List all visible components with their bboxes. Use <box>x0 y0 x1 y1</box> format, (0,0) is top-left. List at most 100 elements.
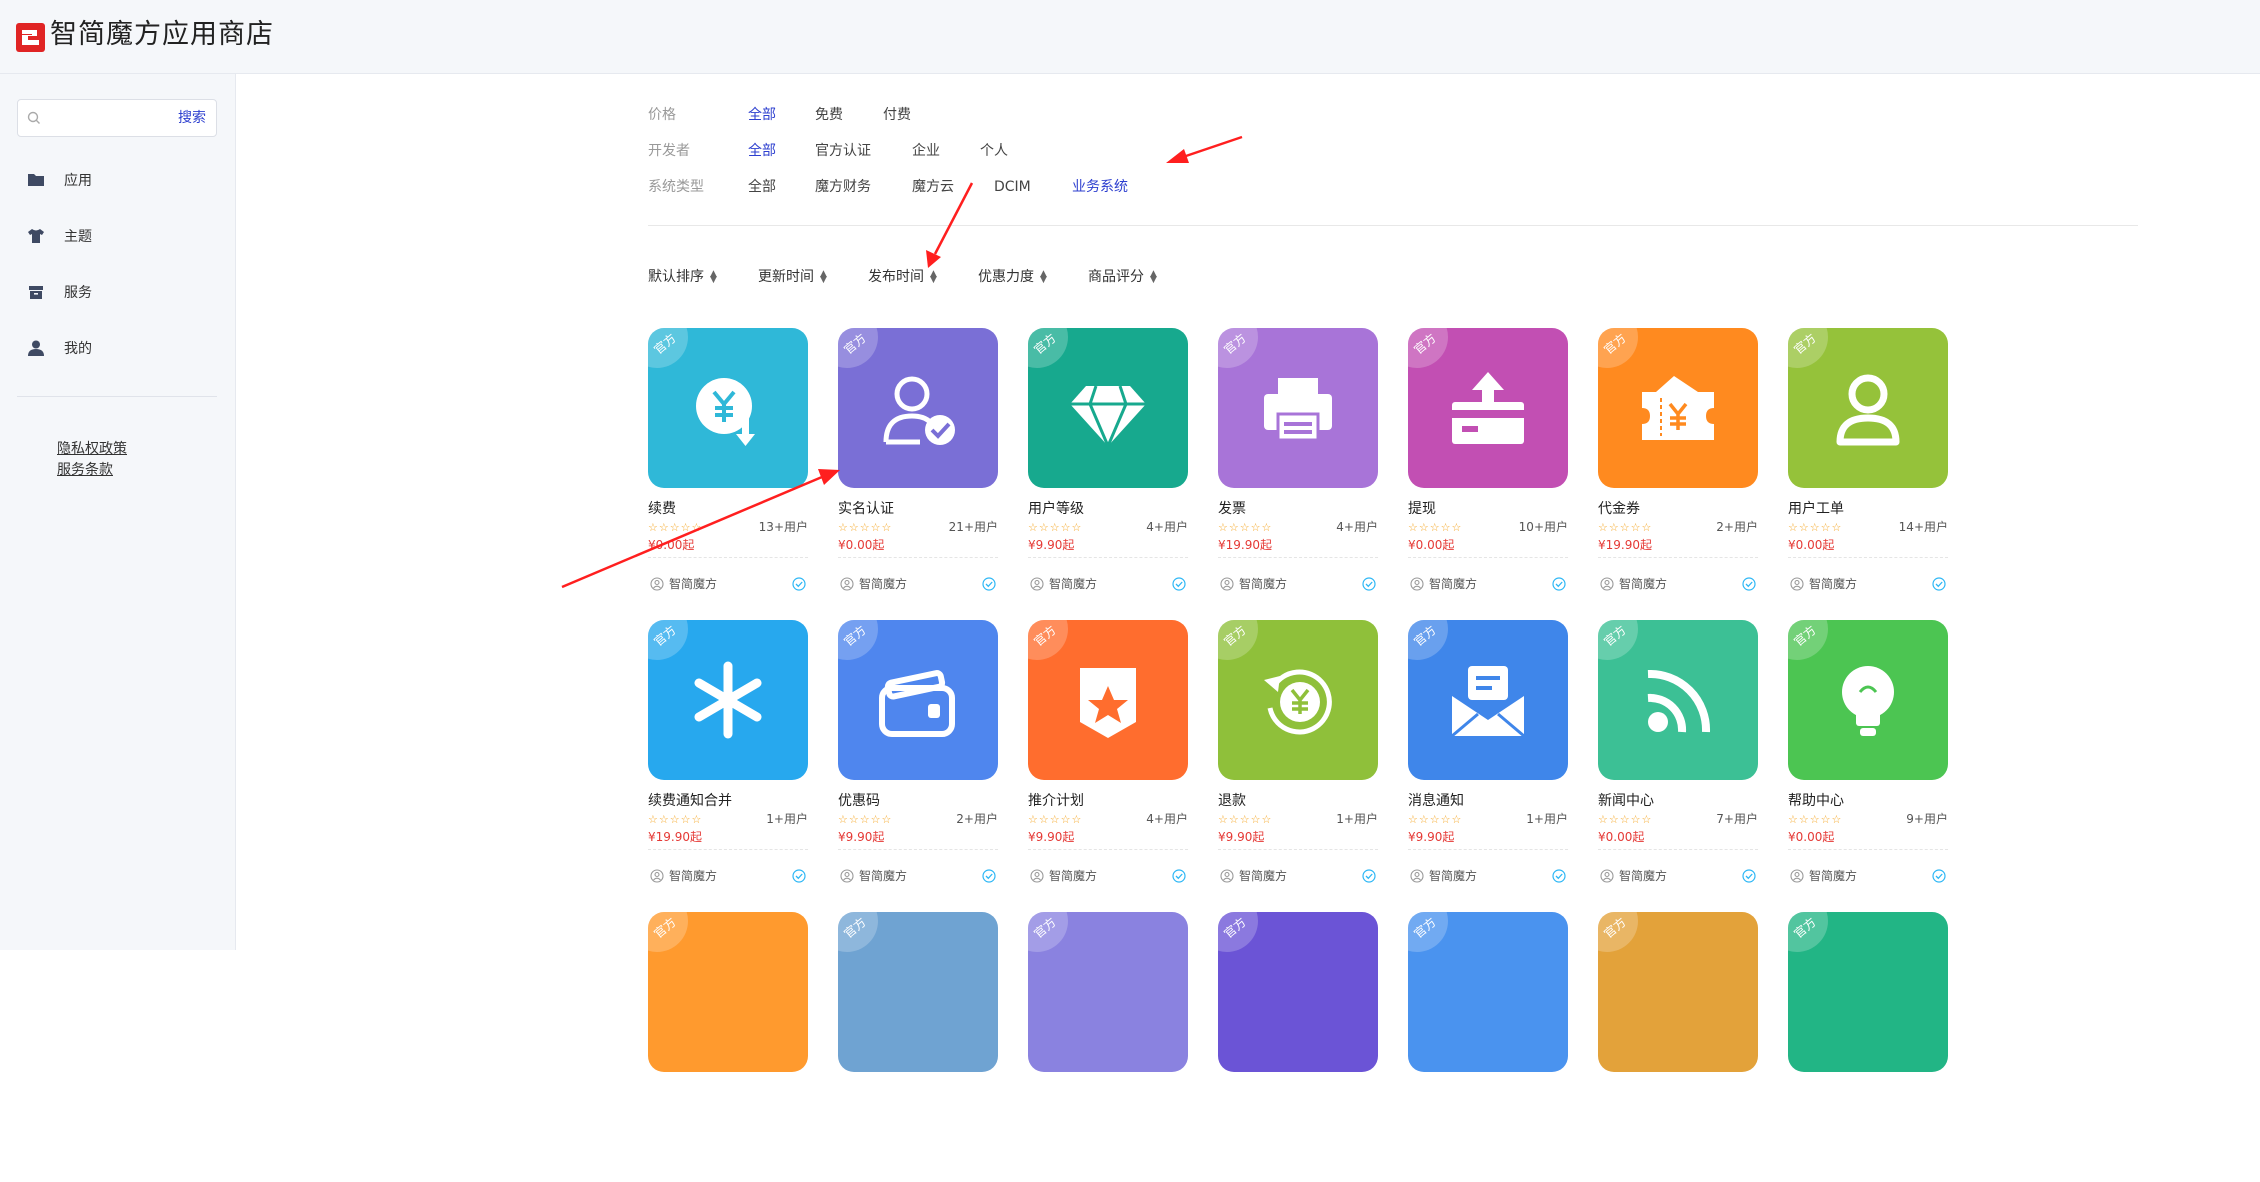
app-card[interactable]: 官方 退款 ☆☆☆☆☆ 1+用户 ¥9.90起 智简魔方 <box>1218 620 1378 890</box>
sidebar-item-mine[interactable]: 我的 <box>26 333 92 363</box>
sort-update-time[interactable]: 更新时间 ▲ ▼ <box>758 267 827 287</box>
filter-option[interactable]: 付费 <box>883 105 911 125</box>
app-card[interactable]: 官方 用户工单 ☆☆☆☆☆ 14+用户 ¥0.00起 智简魔方 <box>1788 328 1948 598</box>
privacy-policy-link[interactable]: 隐私权政策 <box>57 440 127 458</box>
rating-stars: ☆☆☆☆☆ <box>1408 813 1463 826</box>
app-tile[interactable]: 官方 <box>648 620 808 780</box>
app-tile[interactable]: 官方 <box>648 328 808 488</box>
verified-check-icon <box>1172 869 1186 883</box>
app-tile[interactable]: 官方 <box>1218 328 1378 488</box>
app-name[interactable]: 续费 <box>648 500 676 518</box>
app-name[interactable]: 帮助中心 <box>1788 792 1844 810</box>
app-tile[interactable]: 官方 <box>1788 328 1948 488</box>
app-tile[interactable]: 官方 <box>1788 912 1948 1072</box>
app-card[interactable]: 官方 优惠码 ☆☆☆☆☆ 2+用户 ¥9.90起 智简魔方 <box>838 620 998 890</box>
app-tile[interactable]: 官方 <box>1028 328 1188 488</box>
app-card[interactable]: 官方 新闻中心 ☆☆☆☆☆ 7+用户 ¥0.00起 智简魔方 <box>1598 620 1758 890</box>
app-name[interactable]: 用户工单 <box>1788 500 1844 518</box>
app-card[interactable]: 官方 代金券 ☆☆☆☆☆ 2+用户 ¥19.90起 智简魔方 <box>1598 328 1758 598</box>
app-card[interactable]: 官方 <box>838 912 998 1182</box>
app-card[interactable]: 官方 消息通知 ☆☆☆☆☆ 1+用户 ¥9.90起 智简魔方 <box>1408 620 1568 890</box>
app-tile[interactable]: 官方 <box>838 620 998 780</box>
sort-default[interactable]: 默认排序 ▲ ▼ <box>648 267 717 287</box>
filter-option[interactable]: 免费 <box>815 105 843 125</box>
app-tile[interactable]: 官方 <box>1028 912 1188 1072</box>
app-card[interactable]: 官方 发票 ☆☆☆☆☆ 4+用户 ¥19.90起 智简魔方 <box>1218 328 1378 598</box>
app-card[interactable]: 官方 实名认证 ☆☆☆☆☆ 21+用户 ¥0.00起 智简魔方 <box>838 328 998 598</box>
sidebar-item-themes[interactable]: 主题 <box>26 221 92 251</box>
app-tile[interactable]: 官方 <box>1598 620 1758 780</box>
filter-option[interactable]: 全部 <box>748 105 776 125</box>
sidebar-item-services[interactable]: 服务 <box>26 277 92 307</box>
filter-option[interactable]: 全部 <box>748 141 776 161</box>
app-tile[interactable]: 官方 <box>1028 620 1188 780</box>
developer-name: 智简魔方 <box>1429 577 1478 591</box>
app-card[interactable]: 官方 续费 ☆☆☆☆☆ 13+用户 ¥0.00起 智简魔方 <box>648 328 808 598</box>
app-card[interactable]: 官方 用户等级 ☆☆☆☆☆ 4+用户 ¥9.90起 智简魔方 <box>1028 328 1188 598</box>
logo-icon[interactable] <box>16 23 45 52</box>
app-tile[interactable]: 官方 <box>1218 912 1378 1072</box>
app-name[interactable]: 代金券 <box>1598 500 1640 518</box>
terms-of-service-link[interactable]: 服务条款 <box>57 461 113 479</box>
app-name[interactable]: 用户等级 <box>1028 500 1084 518</box>
filter-option[interactable]: 魔方云 <box>912 177 954 197</box>
app-name[interactable]: 优惠码 <box>838 792 880 810</box>
sort-arrows-icon: ▲ ▼ <box>710 269 717 285</box>
app-card[interactable]: 官方 推介计划 ☆☆☆☆☆ 4+用户 ¥9.90起 智简魔方 <box>1028 620 1188 890</box>
search-button[interactable]: 搜索 <box>178 109 206 127</box>
verified-check-icon <box>1932 869 1946 883</box>
sidebar-item-apps[interactable]: 应用 <box>26 165 92 195</box>
app-tile[interactable]: 官方 <box>1218 620 1378 780</box>
app-name[interactable]: 退款 <box>1218 792 1246 810</box>
app-name[interactable]: 发票 <box>1218 500 1246 518</box>
rating-stars: ☆☆☆☆☆ <box>1218 813 1273 826</box>
developer-name: 智简魔方 <box>1429 869 1478 883</box>
verified-check-icon <box>982 577 996 591</box>
app-card[interactable]: 官方 <box>1788 912 1948 1182</box>
app-card[interactable]: 官方 <box>1598 912 1758 1182</box>
card-divider <box>838 849 998 850</box>
filter-option[interactable]: 企业 <box>912 141 940 161</box>
sort-arrows-icon: ▲ ▼ <box>820 269 827 285</box>
app-name[interactable]: 实名认证 <box>838 500 894 518</box>
developer-icon <box>1600 577 1614 591</box>
app-tile[interactable]: 官方 <box>648 912 808 1072</box>
app-name[interactable]: 新闻中心 <box>1598 792 1654 810</box>
filter-option[interactable]: 官方认证 <box>815 141 871 161</box>
app-tile[interactable]: 官方 <box>1408 328 1568 488</box>
user-count: 4+用户 <box>1336 520 1378 534</box>
filter-option[interactable]: 个人 <box>980 141 1008 161</box>
app-tile[interactable]: 官方 <box>838 912 998 1072</box>
sort-rating[interactable]: 商品评分 ▲ ▼ <box>1088 267 1157 287</box>
developer-icon <box>1410 869 1424 883</box>
app-tile[interactable]: 官方 <box>1598 328 1758 488</box>
developer-name: 智简魔方 <box>859 869 908 883</box>
user-count: 9+用户 <box>1906 812 1948 826</box>
filter-option[interactable]: 全部 <box>748 177 776 197</box>
app-tile[interactable]: 官方 <box>1408 620 1568 780</box>
rating-stars: ☆☆☆☆☆ <box>1788 521 1843 534</box>
app-tile[interactable]: 官方 <box>838 328 998 488</box>
sort-publish-time[interactable]: 发布时间 ▲ ▼ <box>868 267 937 287</box>
sidebar-item-label: 我的 <box>64 341 92 357</box>
app-name[interactable]: 续费通知合并 <box>648 792 732 810</box>
filter-option[interactable]: 业务系统 <box>1072 177 1128 197</box>
app-card[interactable]: 官方 提现 ☆☆☆☆☆ 10+用户 ¥0.00起 智简魔方 <box>1408 328 1568 598</box>
app-card[interactable]: 官方 <box>1218 912 1378 1182</box>
filter-option[interactable]: 魔方财务 <box>815 177 871 197</box>
app-card[interactable]: 官方 <box>1028 912 1188 1182</box>
app-card[interactable]: 官方 <box>648 912 808 1182</box>
app-card[interactable]: 官方 <box>1408 912 1568 1182</box>
app-name[interactable]: 消息通知 <box>1408 792 1464 810</box>
app-name[interactable]: 推介计划 <box>1028 792 1084 810</box>
app-card[interactable]: 官方 帮助中心 ☆☆☆☆☆ 9+用户 ¥0.00起 智简魔方 <box>1788 620 1948 890</box>
app-tile[interactable]: 官方 <box>1788 620 1948 780</box>
app-tile[interactable]: 官方 <box>1598 912 1758 1072</box>
search-input[interactable] <box>46 106 176 130</box>
filter-option[interactable]: DCIM <box>994 177 1031 197</box>
user-count: 1+用户 <box>1526 812 1568 826</box>
app-name[interactable]: 提现 <box>1408 500 1436 518</box>
app-tile[interactable]: 官方 <box>1408 912 1568 1072</box>
app-card[interactable]: 官方 续费通知合并 ☆☆☆☆☆ 1+用户 ¥19.90起 智简魔方 <box>648 620 808 890</box>
sort-discount[interactable]: 优惠力度 ▲ ▼ <box>978 267 1047 287</box>
